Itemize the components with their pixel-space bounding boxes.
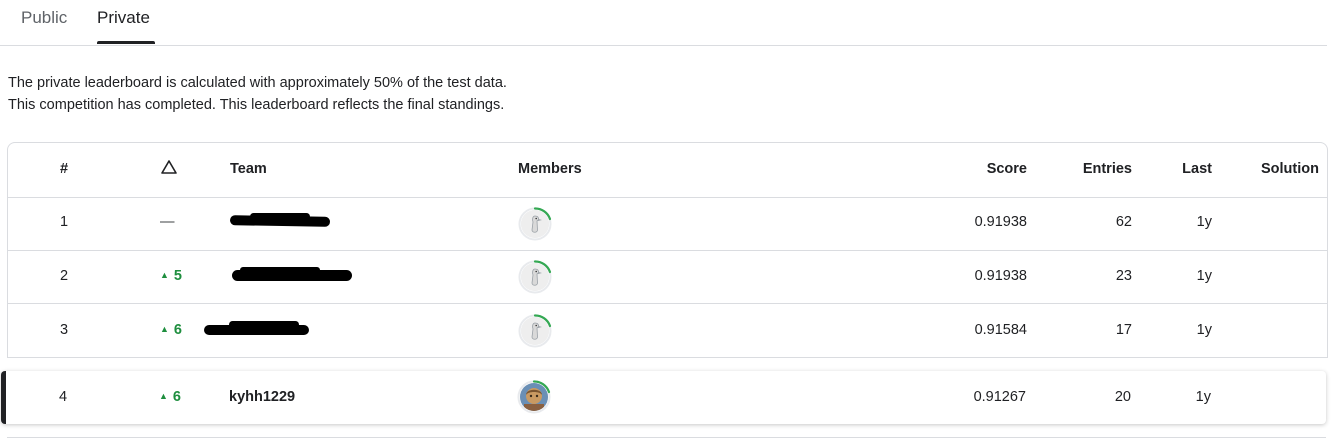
team-name[interactable]: kyhh1229 bbox=[229, 389, 295, 405]
header-entries[interactable]: Entries bbox=[1083, 161, 1132, 177]
delta-value: 6 bbox=[172, 389, 181, 405]
table-row[interactable]: 1 — 0.91938 62 1y bbox=[8, 197, 1327, 251]
member-avatar[interactable] bbox=[517, 380, 551, 414]
info-line-2: This competition has completed. This lea… bbox=[8, 97, 505, 113]
header-score[interactable]: Score bbox=[987, 161, 1027, 177]
user-photo-avatar-icon bbox=[520, 383, 548, 411]
rank-cell: 1 bbox=[59, 214, 69, 230]
score-cell: 0.91938 bbox=[974, 268, 1027, 284]
team-name-redacted[interactable] bbox=[204, 320, 314, 340]
current-user-row[interactable]: 4 ▲ 6 kyhh1229 0.91267 20 1y bbox=[1, 371, 1326, 424]
entries-cell: 17 bbox=[1115, 322, 1132, 338]
info-line-1: The private leaderboard is calculated wi… bbox=[8, 75, 507, 91]
delta-value: 6 bbox=[173, 322, 182, 338]
caret-up-icon: ▲ bbox=[160, 324, 169, 334]
score-cell: 0.91584 bbox=[974, 322, 1027, 338]
table-row[interactable]: 3 ▲ 6 0.91584 17 1y bbox=[8, 304, 1327, 358]
active-tab-indicator bbox=[97, 41, 155, 44]
member-avatar[interactable] bbox=[518, 260, 552, 294]
last-cell: 1y bbox=[1196, 268, 1212, 284]
goose-avatar-icon bbox=[521, 263, 549, 291]
triangle-outline-icon[interactable] bbox=[160, 159, 178, 179]
tab-private[interactable]: Private bbox=[97, 8, 150, 28]
last-cell: 1y bbox=[1196, 214, 1212, 230]
delta-cell: ▲ 6 bbox=[160, 322, 182, 338]
delta-cell: — bbox=[160, 214, 175, 230]
table-header: # Team Members Score Entries Last Soluti… bbox=[8, 143, 1327, 198]
divider bbox=[7, 437, 1326, 438]
entries-cell: 23 bbox=[1115, 268, 1132, 284]
goose-avatar-icon bbox=[521, 210, 549, 238]
delta-cell: ▲ 5 bbox=[160, 268, 182, 284]
header-rank[interactable]: # bbox=[34, 161, 94, 177]
rank-cell: 2 bbox=[59, 268, 69, 284]
header-solution: Solution bbox=[1261, 161, 1319, 177]
team-name-redacted[interactable] bbox=[229, 212, 340, 232]
entries-cell: 62 bbox=[1115, 214, 1132, 230]
member-avatar[interactable] bbox=[518, 207, 552, 241]
member-avatar[interactable] bbox=[518, 314, 552, 348]
header-team[interactable]: Team bbox=[230, 161, 267, 177]
delta-value: 5 bbox=[173, 268, 182, 284]
current-user-indicator bbox=[1, 371, 6, 424]
last-cell: 1y bbox=[1195, 389, 1211, 405]
goose-avatar-icon bbox=[521, 317, 549, 345]
table-row[interactable]: 2 ▲ 5 0.91938 23 1y bbox=[8, 250, 1327, 304]
score-cell: 0.91938 bbox=[974, 214, 1027, 230]
leaderboard-tabs: Public Private bbox=[0, 0, 1327, 46]
rank-cell: 3 bbox=[59, 322, 69, 338]
tab-public[interactable]: Public bbox=[21, 8, 67, 28]
score-cell: 0.91267 bbox=[973, 389, 1026, 405]
rank-cell: 4 bbox=[58, 389, 68, 405]
caret-up-icon: ▲ bbox=[160, 270, 169, 280]
header-last[interactable]: Last bbox=[1182, 161, 1212, 177]
leaderboard-table: # Team Members Score Entries Last Soluti… bbox=[7, 142, 1328, 358]
entries-cell: 20 bbox=[1114, 389, 1131, 405]
header-members: Members bbox=[518, 161, 582, 177]
leaderboard-info: The private leaderboard is calculated wi… bbox=[8, 72, 507, 116]
team-name-redacted[interactable] bbox=[230, 266, 360, 286]
last-cell: 1y bbox=[1196, 322, 1212, 338]
caret-up-icon: ▲ bbox=[159, 391, 168, 401]
delta-cell: ▲ 6 bbox=[159, 389, 181, 405]
